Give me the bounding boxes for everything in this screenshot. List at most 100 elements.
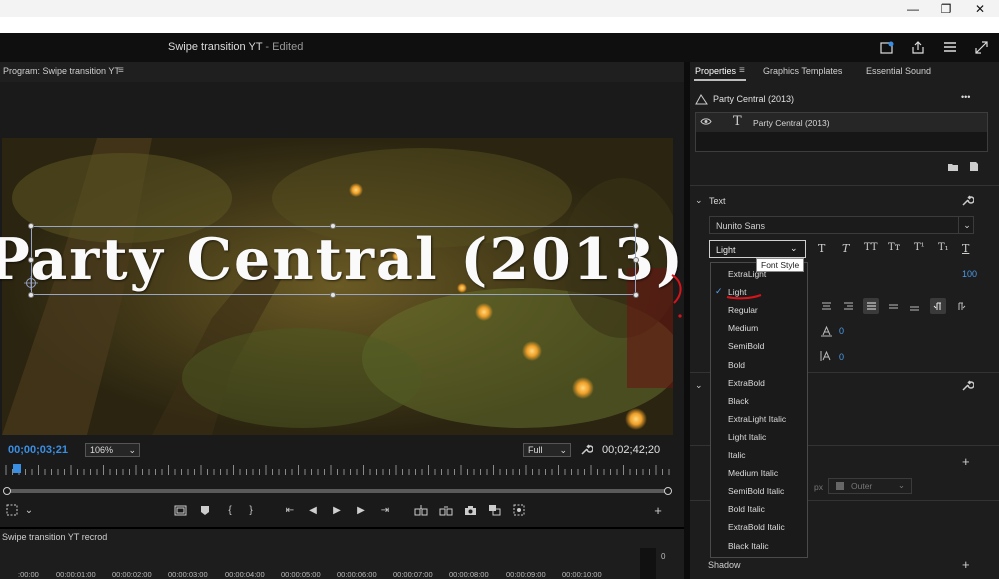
tab-properties[interactable]: Properties bbox=[695, 66, 736, 76]
chevron-down-icon[interactable]: ⌄ bbox=[21, 502, 37, 518]
font-style-option[interactable]: Medium Italic bbox=[728, 468, 778, 478]
compare-icon[interactable] bbox=[486, 502, 502, 518]
wrench-icon[interactable] bbox=[961, 194, 974, 207]
fullscreen-icon[interactable] bbox=[971, 38, 991, 56]
align-bottom-icon[interactable] bbox=[906, 298, 922, 314]
lift-icon[interactable] bbox=[413, 502, 429, 518]
wrench-icon[interactable] bbox=[961, 379, 974, 392]
font-size-value[interactable]: 100 bbox=[962, 269, 977, 279]
extract-icon[interactable] bbox=[438, 502, 454, 518]
subscript-button[interactable]: T₁ bbox=[938, 242, 949, 253]
workspaces-icon[interactable] bbox=[940, 38, 960, 56]
font-style-option[interactable]: Light Italic bbox=[728, 432, 766, 442]
font-style-option[interactable]: Medium bbox=[728, 323, 758, 333]
timeline-ruler-label: 00:00:04:00 bbox=[225, 570, 265, 579]
current-timecode[interactable]: 00;00;03;21 bbox=[8, 444, 68, 456]
zoom-scrollbar[interactable] bbox=[6, 489, 670, 493]
chevron-down-icon: ⌄ bbox=[128, 445, 136, 455]
add-marker-icon[interactable] bbox=[197, 502, 213, 518]
small-caps-button[interactable]: Tт bbox=[888, 242, 900, 253]
chevron-down-icon[interactable]: ⌄ bbox=[695, 195, 703, 206]
export-frame-icon[interactable] bbox=[511, 502, 527, 518]
close-button[interactable]: ✕ bbox=[963, 0, 997, 17]
font-style-option[interactable]: Black bbox=[728, 396, 749, 406]
monitor-time-ruler[interactable] bbox=[0, 463, 676, 477]
go-to-out-icon[interactable]: ⇥ bbox=[377, 502, 393, 518]
maximize-icon: ❐ bbox=[940, 1, 952, 16]
anchor-point-icon[interactable] bbox=[24, 276, 38, 290]
resize-handle[interactable] bbox=[28, 223, 34, 229]
align-center-icon[interactable] bbox=[818, 298, 834, 314]
font-style-option[interactable]: Bold Italic bbox=[728, 504, 765, 514]
safe-margins-icon[interactable] bbox=[4, 502, 20, 518]
resize-handle[interactable] bbox=[633, 223, 639, 229]
mark-out-icon[interactable]: } bbox=[243, 502, 259, 518]
ltr-direction-icon[interactable] bbox=[930, 298, 946, 314]
add-button-icon[interactable]: + bbox=[650, 502, 666, 518]
resize-handle[interactable] bbox=[28, 257, 34, 263]
resolution-value: Full bbox=[528, 445, 543, 455]
scrollbar-right-handle[interactable] bbox=[664, 487, 672, 495]
tab-menu-icon[interactable]: ≡ bbox=[739, 65, 745, 76]
resize-handle[interactable] bbox=[330, 292, 336, 298]
tab-graphics-templates[interactable]: Graphics Templates bbox=[763, 66, 842, 76]
new-layer-icon[interactable] bbox=[968, 161, 980, 173]
font-family-select[interactable]: Nunito Sans bbox=[709, 216, 974, 234]
all-caps-button[interactable]: TT bbox=[864, 242, 878, 253]
justify-icon[interactable] bbox=[863, 298, 879, 314]
font-style-option[interactable]: SemiBold Italic bbox=[728, 486, 784, 496]
go-to-in-icon[interactable]: ⇤ bbox=[282, 502, 298, 518]
tracking-value[interactable]: 0 bbox=[839, 326, 844, 336]
faux-italic-button[interactable]: T bbox=[842, 242, 849, 255]
chevron-down-icon[interactable]: ⌄ bbox=[695, 380, 703, 391]
scrollbar-left-handle[interactable] bbox=[3, 487, 11, 495]
font-style-option[interactable]: SemiBold bbox=[728, 341, 764, 351]
timeline-ruler[interactable]: :00:00 00:00:01:00 00:00:02:00 00:00:03:00 0… bbox=[0, 570, 630, 579]
monitor-menu-icon[interactable]: ≡ bbox=[118, 65, 124, 76]
resize-handle[interactable] bbox=[28, 292, 34, 298]
chevron-down-icon[interactable]: ⌄ bbox=[790, 243, 798, 254]
font-style-option[interactable]: Black Italic bbox=[728, 541, 769, 551]
superscript-button[interactable]: T¹ bbox=[914, 242, 925, 253]
mark-in-icon[interactable]: { bbox=[222, 502, 238, 518]
align-right-icon[interactable] bbox=[840, 298, 856, 314]
kerning-value[interactable]: 0 bbox=[839, 352, 844, 362]
maximize-button[interactable]: ❐ bbox=[929, 0, 963, 17]
wrench-icon[interactable] bbox=[580, 443, 594, 457]
font-style-option[interactable]: Bold bbox=[728, 360, 745, 370]
playhead-icon[interactable] bbox=[13, 464, 21, 473]
step-back-icon[interactable]: ◀ bbox=[305, 502, 321, 518]
add-stroke-icon[interactable]: + bbox=[962, 454, 970, 469]
resize-handle[interactable] bbox=[633, 257, 639, 263]
add-shadow-icon[interactable]: + bbox=[962, 557, 970, 572]
font-style-option[interactable]: Regular bbox=[728, 305, 758, 315]
play-icon[interactable]: ▶ bbox=[329, 502, 345, 518]
font-style-option[interactable]: Italic bbox=[728, 450, 745, 460]
camera-icon[interactable] bbox=[462, 502, 478, 518]
zoom-select[interactable]: 106% ⌄ bbox=[85, 443, 140, 457]
minimize-button[interactable]: — bbox=[896, 0, 930, 17]
share-icon[interactable] bbox=[908, 38, 928, 56]
resolution-select[interactable]: Full ⌄ bbox=[523, 443, 571, 457]
rtl-direction-icon[interactable] bbox=[952, 298, 968, 314]
text-bounding-box[interactable] bbox=[31, 226, 636, 295]
project-title: Swipe transition YT - Edited bbox=[168, 41, 303, 53]
stroke-position-select[interactable]: Outer ⌄ bbox=[828, 478, 912, 494]
align-middle-icon[interactable] bbox=[885, 298, 901, 314]
overlay-toggle-icon[interactable] bbox=[172, 502, 188, 518]
font-style-option[interactable]: ExtraBold bbox=[728, 378, 765, 388]
font-style-option[interactable]: ExtraLight Italic bbox=[728, 414, 786, 424]
underline-button[interactable]: T bbox=[962, 242, 969, 255]
resize-handle[interactable] bbox=[330, 223, 336, 229]
chevron-down-icon[interactable]: ⌄ bbox=[958, 216, 975, 234]
step-forward-icon[interactable]: ▶ bbox=[353, 502, 369, 518]
tab-essential-sound[interactable]: Essential Sound bbox=[866, 66, 931, 76]
font-style-option[interactable]: ExtraBold Italic bbox=[728, 522, 785, 532]
learn-icon[interactable] bbox=[877, 38, 897, 56]
faux-bold-button[interactable]: T bbox=[818, 242, 825, 255]
visibility-eye-icon[interactable] bbox=[700, 117, 712, 127]
resize-handle[interactable] bbox=[633, 292, 639, 298]
more-options-icon[interactable]: ••• bbox=[961, 92, 970, 102]
folder-icon[interactable] bbox=[947, 162, 959, 172]
kerning-icon bbox=[820, 350, 834, 362]
